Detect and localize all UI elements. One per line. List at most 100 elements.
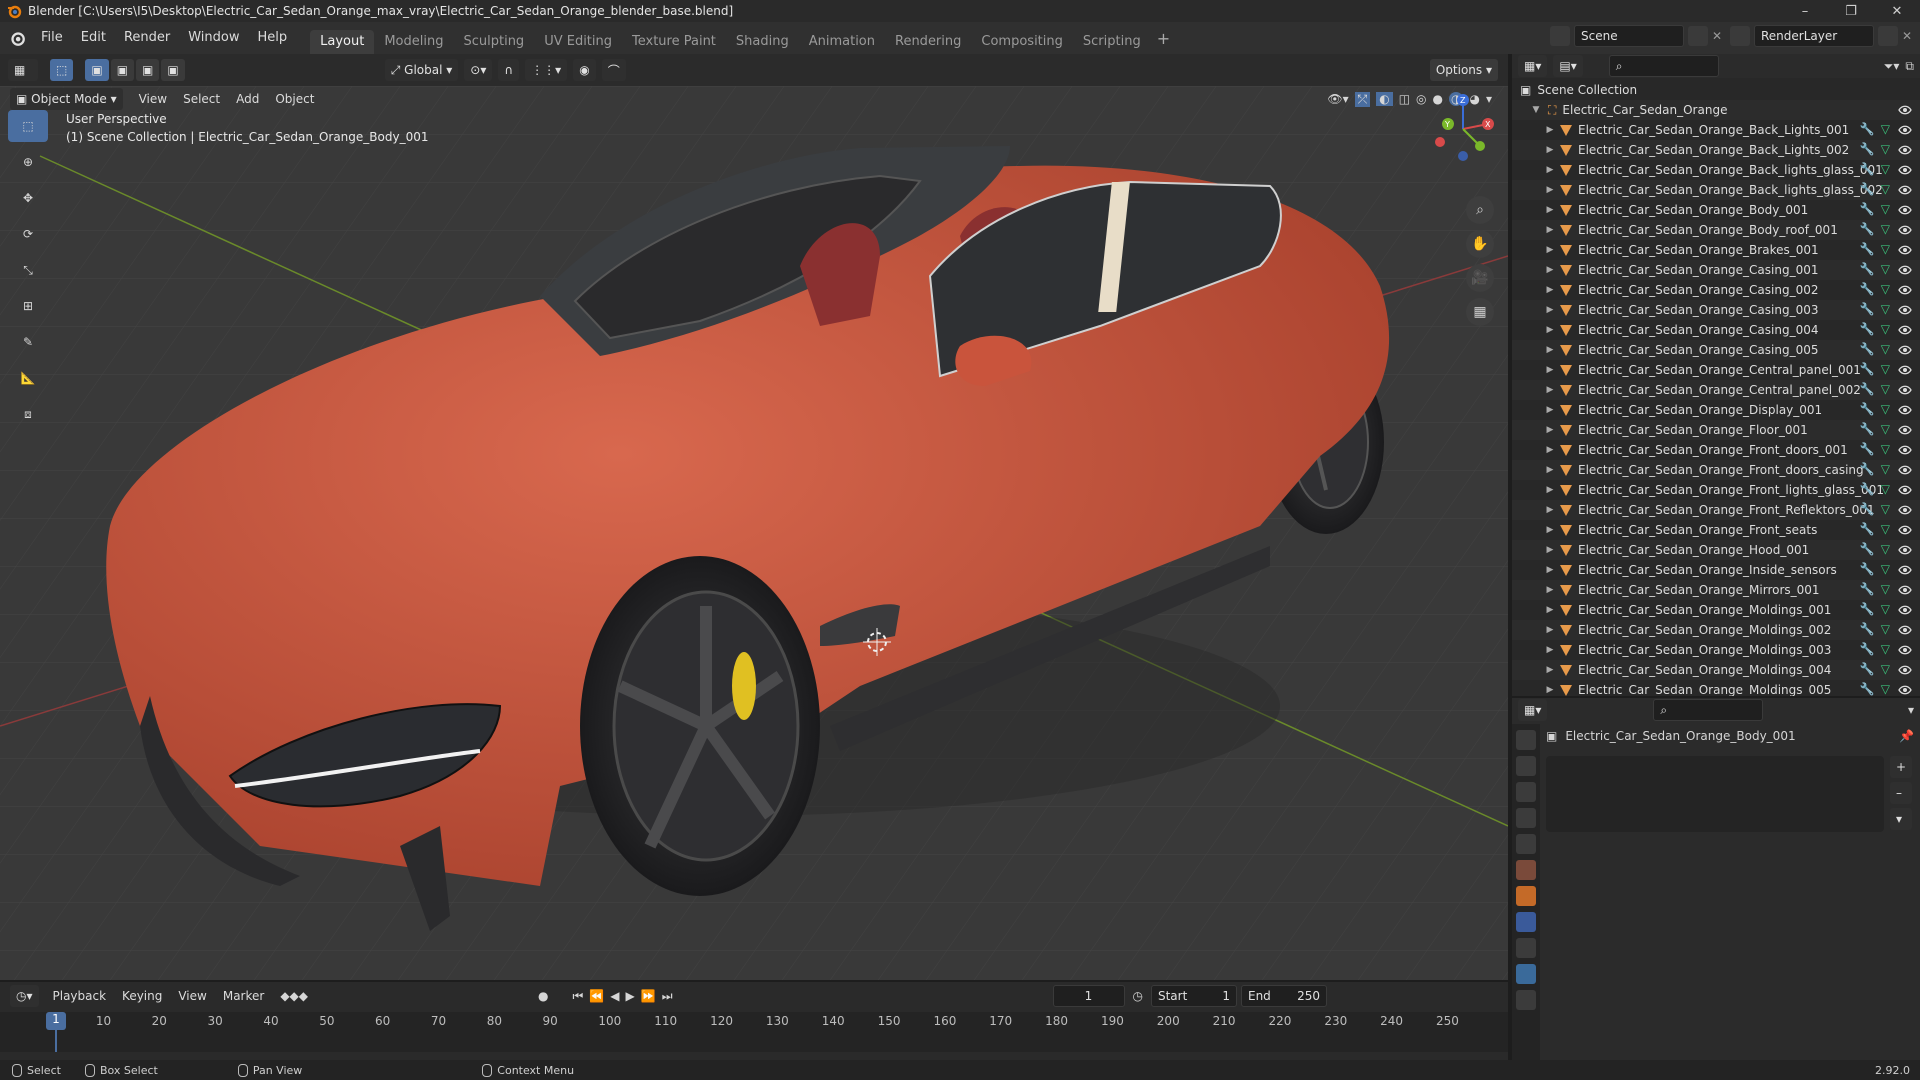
add-cube-tool[interactable]: ⧈	[8, 398, 48, 430]
scene-field[interactable]: Scene	[1574, 25, 1684, 47]
modifier-wrench-icon[interactable]: 🔧	[1860, 362, 1875, 376]
modifier-wrench-icon[interactable]: 🔧	[1860, 402, 1875, 416]
menu-help[interactable]: Help	[249, 22, 297, 54]
eye-icon[interactable]	[1898, 103, 1912, 117]
modifier-wrench-icon[interactable]: 🔧	[1860, 422, 1875, 436]
mesh-data-icon[interactable]: ▽	[1881, 382, 1890, 396]
eye-icon[interactable]	[1898, 503, 1912, 517]
tab-compositing[interactable]: Compositing	[971, 30, 1073, 54]
modifier-wrench-icon[interactable]: 🔧	[1860, 282, 1875, 296]
modifier-wrench-icon[interactable]: 🔧	[1860, 482, 1875, 496]
properties-search-input[interactable]: ⌕	[1653, 699, 1764, 721]
mesh-data-icon[interactable]: ▽	[1881, 502, 1890, 516]
prev-key-icon[interactable]: ⏪	[589, 989, 604, 1004]
mesh-data-icon[interactable]: ▽	[1881, 682, 1890, 696]
mesh-data-icon[interactable]: ▽	[1881, 442, 1890, 456]
viewport-menu-add[interactable]: Add	[228, 92, 267, 106]
view-layer-icon[interactable]	[1730, 26, 1750, 46]
outliner-item[interactable]: ▶ Electric_Car_Sedan_Orange_Central_panel…	[1512, 360, 1920, 380]
outliner-search-input[interactable]: ⌕	[1608, 55, 1719, 77]
eye-icon[interactable]	[1898, 123, 1912, 137]
outliner-item[interactable]: ▶ Electric_Car_Sedan_Orange_Casing_005 🔧 ▽	[1512, 340, 1920, 360]
modifier-wrench-icon[interactable]: 🔧	[1860, 302, 1875, 316]
modifier-wrench-icon[interactable]: 🔧	[1860, 242, 1875, 256]
outliner-item[interactable]: ▶ Electric_Car_Sedan_Orange_Back_Lights_0…	[1512, 120, 1920, 140]
render-tab-icon[interactable]	[1516, 756, 1536, 776]
mesh-data-icon[interactable]: ▽	[1881, 462, 1890, 476]
mesh-data-icon[interactable]: ▽	[1881, 222, 1890, 236]
modifier-tab-icon[interactable]	[1516, 912, 1536, 932]
filter-icon[interactable]: ⏷▾	[1884, 59, 1900, 74]
mesh-data-icon[interactable]: ▽	[1881, 422, 1890, 436]
eye-icon[interactable]	[1898, 603, 1912, 617]
navigation-gizmo[interactable]: Z X Y	[1428, 94, 1498, 164]
select-box-tool-icon[interactable]: ⬚	[50, 59, 74, 81]
mesh-data-icon[interactable]: ▽	[1881, 302, 1890, 316]
select-box-tool[interactable]: ⬚	[8, 110, 48, 142]
expand-arrow-icon[interactable]: ▶	[1544, 385, 1556, 395]
mesh-data-icon[interactable]: ▽	[1881, 482, 1890, 496]
menu-window[interactable]: Window	[179, 22, 248, 54]
mesh-data-icon[interactable]: ▽	[1881, 122, 1890, 136]
maximize-button[interactable]: ❐	[1828, 0, 1874, 22]
mesh-data-icon[interactable]: ▽	[1881, 402, 1890, 416]
expand-arrow-icon[interactable]: ▶	[1544, 185, 1556, 195]
wireframe-shading-icon[interactable]: ◎	[1416, 92, 1426, 106]
mode-subtract-icon[interactable]: ▣	[136, 59, 160, 81]
outliner-item[interactable]: ▶ Electric_Car_Sedan_Orange_Back_lights_g…	[1512, 160, 1920, 180]
outliner-item[interactable]: ▶ Electric_Car_Sedan_Orange_Front_Reflekt…	[1512, 500, 1920, 520]
expand-arrow-icon[interactable]: ▶	[1544, 485, 1556, 495]
expand-arrow-icon[interactable]: ▶	[1544, 685, 1556, 695]
minimize-button[interactable]: –	[1782, 0, 1828, 22]
modifier-wrench-icon[interactable]: 🔧	[1860, 662, 1875, 676]
expand-arrow-icon[interactable]: ▶	[1544, 425, 1556, 435]
3d-viewport[interactable]: ▣ Object Mode ▾ View Select Add Object 👁▾ ⤱…	[0, 86, 1508, 980]
expand-arrow-icon[interactable]: ▶	[1544, 405, 1556, 415]
camera-view-icon[interactable]: 🎥	[1466, 264, 1494, 292]
eye-icon[interactable]	[1898, 583, 1912, 597]
tab-layout[interactable]: Layout	[310, 30, 375, 54]
outliner-item[interactable]: ▶ Electric_Car_Sedan_Orange_Front_doors_c…	[1512, 460, 1920, 480]
expand-arrow-icon[interactable]: ▶	[1544, 205, 1556, 215]
current-frame-field[interactable]: 1	[1052, 985, 1125, 1007]
expand-arrow-icon[interactable]: ▶	[1544, 525, 1556, 535]
tab-animation[interactable]: Animation	[799, 30, 885, 54]
eye-icon[interactable]	[1898, 223, 1912, 237]
mesh-data-icon[interactable]: ▽	[1881, 242, 1890, 256]
clock-icon[interactable]: ◷	[1133, 989, 1143, 1003]
overlay-toggle-icon[interactable]: ◐	[1376, 92, 1393, 106]
end-frame-field[interactable]: End 250	[1240, 985, 1327, 1007]
properties-options-icon[interactable]: ▾	[1908, 703, 1914, 717]
expand-arrow-icon[interactable]: ▶	[1544, 625, 1556, 635]
gizmo-toggle-icon[interactable]: ⤱	[1354, 91, 1371, 107]
ortho-grid-icon[interactable]: ▦	[1466, 298, 1494, 326]
menu-file[interactable]: File	[32, 22, 72, 54]
scene-selector-icon[interactable]	[1550, 26, 1570, 46]
mesh-data-icon[interactable]: ▽	[1881, 182, 1890, 196]
modifier-wrench-icon[interactable]: 🔧	[1860, 682, 1875, 696]
eye-icon[interactable]	[1898, 363, 1912, 377]
eye-icon[interactable]	[1898, 343, 1912, 357]
eye-icon[interactable]	[1898, 423, 1912, 437]
material-slot-list[interactable]	[1546, 756, 1884, 832]
modifier-wrench-icon[interactable]: 🔧	[1860, 502, 1875, 516]
collapse-arrow-icon[interactable]: ▼	[1530, 105, 1542, 115]
mesh-data-icon[interactable]: ▽	[1881, 522, 1890, 536]
mesh-data-icon[interactable]: ▽	[1881, 142, 1890, 156]
mesh-data-icon[interactable]: ▽	[1881, 202, 1890, 216]
expand-arrow-icon[interactable]: ▶	[1544, 245, 1556, 255]
remove-scene-icon[interactable]: ✕	[1712, 29, 1726, 43]
expand-arrow-icon[interactable]: ▶	[1544, 505, 1556, 515]
next-key-icon[interactable]: ⏩	[641, 989, 656, 1004]
outliner-item[interactable]: ▶ Electric_Car_Sedan_Orange_Back_lights_g…	[1512, 180, 1920, 200]
add-workspace-icon[interactable]: +	[1157, 29, 1170, 48]
modifier-wrench-icon[interactable]: 🔧	[1860, 562, 1875, 576]
proportional-edit-toggle[interactable]: ◉	[573, 59, 596, 81]
start-frame-field[interactable]: Start 1	[1150, 985, 1237, 1007]
timeline-menu-keying[interactable]: Keying	[114, 989, 170, 1003]
tab-modeling[interactable]: Modeling	[374, 30, 453, 54]
outliner-item[interactable]: ▶ Electric_Car_Sedan_Orange_Body_roof_001…	[1512, 220, 1920, 240]
eye-icon[interactable]	[1898, 143, 1912, 157]
mesh-data-icon[interactable]: ▽	[1881, 282, 1890, 296]
eye-icon[interactable]	[1898, 443, 1912, 457]
